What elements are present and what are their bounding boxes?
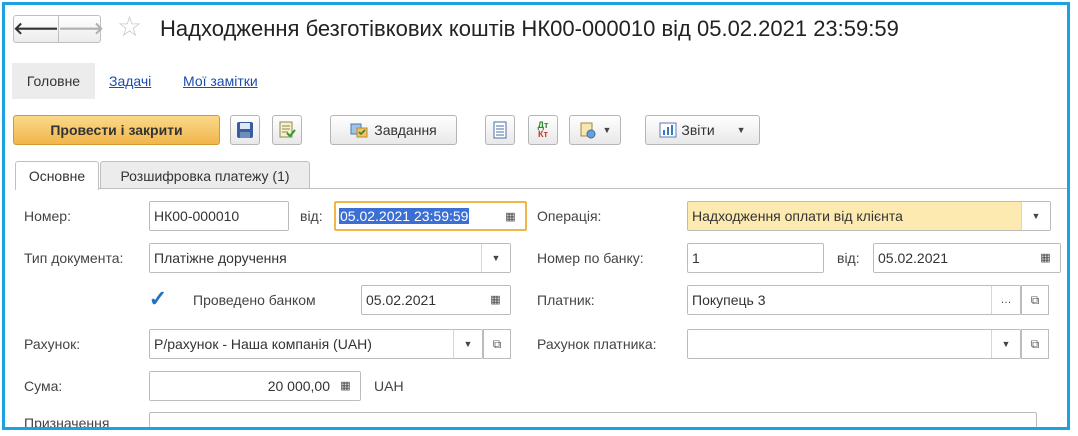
open-account-icon[interactable]: ⧉ [483, 329, 511, 359]
tasks-icon [350, 123, 368, 138]
tab-payment-details[interactable]: Розшифровка платежу (1) [100, 161, 310, 189]
chevron-down-icon[interactable]: ▼ [481, 244, 510, 272]
operation-value: Надходження оплати від клієнта [692, 208, 903, 224]
posted-by-bank-date-value: 05.02.2021 [366, 292, 437, 308]
reports-icon [659, 122, 677, 138]
number-field[interactable]: НК00-000010 [149, 201, 289, 231]
doc-type-label: Тип документа: [24, 250, 124, 266]
operation-select[interactable]: Надходження оплати від клієнта ▼ [687, 201, 1051, 231]
amount-value: 20 000,00 [267, 378, 330, 394]
panel-tab-main[interactable]: Головне [12, 63, 95, 99]
date-value: 05.02.2021 23:59:59 [339, 208, 470, 224]
account-label: Рахунок: [24, 336, 81, 352]
purpose-label: Призначення [24, 415, 110, 430]
list-button[interactable] [485, 115, 515, 145]
chevron-down-icon: ▼ [602, 125, 612, 135]
list-icon [493, 121, 507, 139]
payer-account-label: Рахунок платника: [537, 336, 657, 352]
tab-main[interactable]: Основне [15, 161, 99, 190]
bank-number-field[interactable]: 1 [687, 243, 824, 273]
back-button[interactable]: 🡐 [13, 16, 59, 42]
date-field[interactable]: 05.02.2021 23:59:59 ▦ [334, 201, 527, 231]
dtkt-button[interactable]: Дт Кт [528, 115, 558, 145]
number-label: Номер: [24, 208, 71, 224]
window-title: Надходження безготівкових коштів НК00-00… [160, 16, 899, 41]
doc-type-value: Платіжне доручення [154, 250, 287, 266]
chevron-down-icon: ▼ [736, 125, 746, 135]
amount-label: Сума: [24, 378, 63, 394]
chevron-down-icon[interactable]: ▼ [1021, 202, 1050, 230]
panel-tab-notes[interactable]: Мої замітки [183, 63, 258, 99]
save-button[interactable] [230, 115, 260, 145]
reports-label: Звіти [681, 122, 715, 138]
date-from-label: від: [300, 208, 323, 224]
posted-by-bank-checkbox[interactable]: ✓ [149, 286, 167, 311]
more-icon[interactable]: … [991, 286, 1020, 314]
open-payer-account-icon[interactable]: ⧉ [1021, 329, 1049, 359]
arrow-left-icon: 🡐 [13, 19, 59, 38]
create-based-on-button[interactable]: ▼ [569, 115, 621, 145]
tab-divider [15, 188, 1067, 189]
tasks-label: Завдання [374, 122, 437, 138]
bank-date-from-label: від: [837, 250, 860, 266]
forward-button[interactable]: 🡒 [58, 16, 104, 42]
chevron-down-icon[interactable]: ▼ [991, 330, 1020, 358]
chevron-down-icon[interactable]: ▼ [453, 330, 482, 358]
account-value: Р/рахунок - Наша компанія (UAH) [154, 336, 372, 352]
posted-by-bank-date-field[interactable]: 05.02.2021 ▦ [361, 285, 511, 315]
purpose-field[interactable] [149, 412, 1037, 427]
open-payer-icon[interactable]: ⧉ [1021, 285, 1049, 315]
reports-button[interactable]: Звіти ▼ [645, 115, 760, 145]
document-window: 🡐 🡒 ☆ Надходження безготівкових коштів Н… [2, 2, 1070, 430]
calculator-icon[interactable]: ▦ [331, 372, 360, 400]
payer-label: Платник: [537, 292, 595, 308]
currency-label: UAH [374, 378, 404, 394]
calendar-icon[interactable]: ▦ [1031, 244, 1060, 272]
bank-number-label: Номер по банку: [537, 250, 644, 266]
posted-by-bank-label: Проведено банком [193, 292, 316, 308]
amount-field[interactable]: 20 000,00 ▦ [149, 371, 361, 401]
calendar-icon[interactable]: ▦ [496, 203, 525, 229]
floppy-disk-icon [237, 122, 253, 138]
payer-account-select[interactable]: ▼ [687, 329, 1021, 359]
doc-type-select[interactable]: Платіжне доручення ▼ [149, 243, 511, 273]
post-document-icon [279, 121, 296, 138]
account-select[interactable]: Р/рахунок - Наша компанія (UAH) ▼ [149, 329, 483, 359]
calendar-icon[interactable]: ▦ [481, 286, 510, 314]
create-based-on-icon [580, 122, 596, 139]
favorite-star-icon[interactable]: ☆ [117, 12, 142, 42]
payer-value: Покупець 3 [692, 292, 766, 308]
navigation-buttons: 🡐 🡒 [13, 15, 104, 43]
tasks-button[interactable]: Завдання [330, 115, 457, 145]
payer-field[interactable]: Покупець 3 … [687, 285, 1021, 315]
post-and-close-button[interactable]: Провести і закрити [13, 115, 220, 145]
post-button[interactable] [272, 115, 302, 145]
arrow-right-icon: 🡒 [58, 19, 104, 38]
panel-tab-tasks[interactable]: Задачі [109, 63, 151, 99]
bank-date-field[interactable]: 05.02.2021 ▦ [873, 243, 1061, 273]
bank-date-value: 05.02.2021 [878, 250, 949, 266]
operation-label: Операція: [537, 208, 602, 224]
credit-icon: Кт [538, 129, 548, 139]
